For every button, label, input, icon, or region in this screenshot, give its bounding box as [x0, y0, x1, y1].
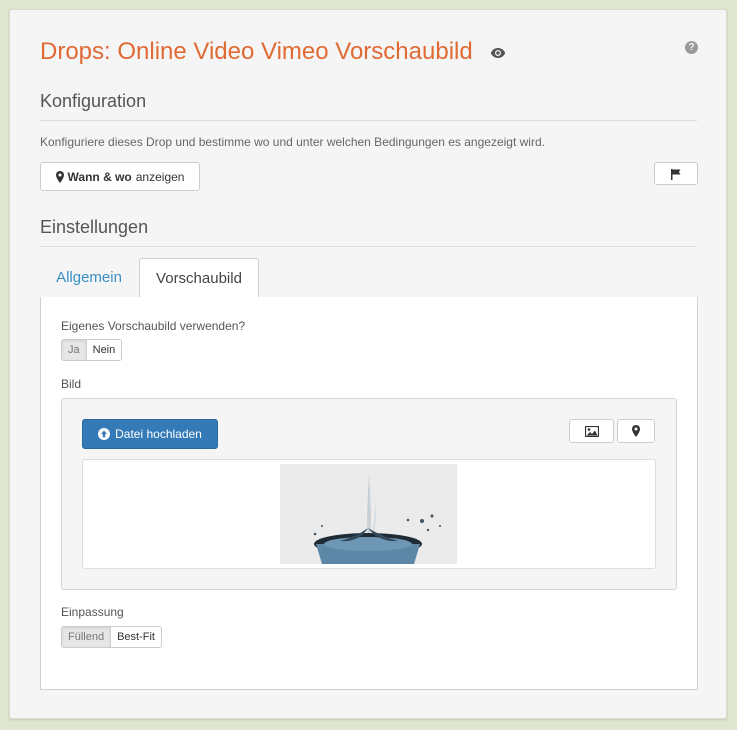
map-marker-icon	[632, 425, 640, 437]
upload-file-button[interactable]: Datei hochladen	[82, 419, 218, 449]
focus-point-button[interactable]	[617, 419, 655, 443]
own-thumbnail-label: Eigenes Vorschaubild verwenden?	[61, 319, 246, 333]
when-where-button[interactable]: Wann & wo anzeigen	[40, 162, 200, 191]
fit-toggle: Füllend Best-Fit	[61, 626, 162, 648]
flag-icon	[671, 168, 681, 180]
bild-label: Bild	[61, 377, 82, 391]
when-where-label: anzeigen	[135, 169, 185, 184]
konfiguration-divider	[40, 120, 697, 121]
image-preview-frame	[82, 459, 656, 569]
konfiguration-description: Konfiguriere dieses Drop und bestimme wo…	[40, 135, 545, 149]
upload-circle-icon	[98, 428, 111, 440]
image-upload-area: Datei hochladen	[61, 398, 677, 590]
fit-label: Einpassung	[61, 605, 124, 619]
image-library-button[interactable]	[569, 419, 614, 443]
page-title: Drops: Online Video Vimeo Vorschaubild	[40, 38, 473, 65]
own-thumbnail-toggle: Ja Nein	[61, 339, 123, 361]
image-icon	[584, 425, 599, 437]
tab-allgemein[interactable]: Allgemein	[40, 258, 138, 296]
eye-icon[interactable]	[490, 47, 506, 59]
drop-settings-panel: Drops: Online Video Vimeo Vorschaubild ?…	[9, 9, 727, 719]
fit-bestfit-option[interactable]: Best-Fit	[111, 627, 161, 647]
tab-vorschaubild[interactable]: Vorschaubild	[139, 258, 259, 298]
upload-file-label: Datei hochladen	[115, 427, 202, 441]
fit-fill-option[interactable]: Füllend	[62, 627, 112, 647]
own-thumbnail-ja-option[interactable]: Ja	[62, 340, 87, 360]
konfiguration-heading: Konfiguration	[40, 91, 147, 111]
einstellungen-heading: Einstellungen	[40, 217, 149, 237]
vorschaubild-tab-content: Eigenes Vorschaubild verwenden? Ja Nein …	[40, 297, 698, 690]
flag-button[interactable]	[654, 162, 698, 185]
map-marker-icon	[55, 170, 64, 183]
when-where-bold-label: Wann & wo	[67, 169, 132, 184]
own-thumbnail-nein-option[interactable]: Nein	[87, 340, 122, 360]
einstellungen-divider	[40, 246, 697, 247]
help-icon[interactable]: ?	[685, 41, 698, 54]
water-splash-thumbnail	[280, 464, 457, 564]
